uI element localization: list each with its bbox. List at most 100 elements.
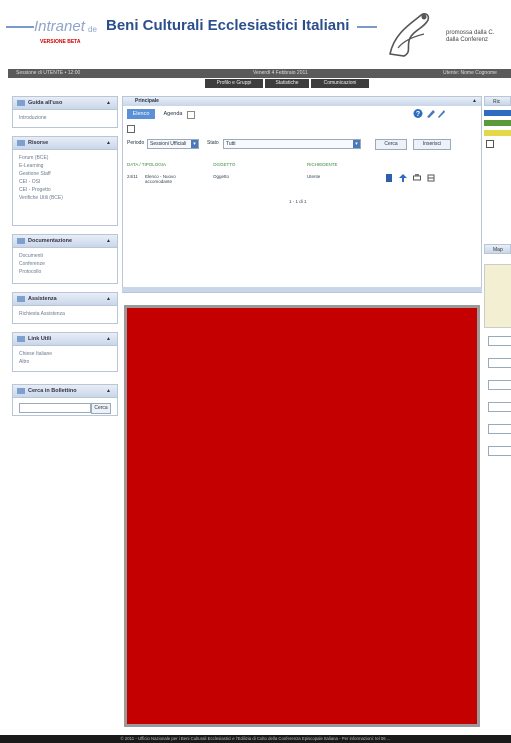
sidebar-item[interactable]: Introduzione: [19, 114, 111, 122]
right-column: Ric Map: [484, 96, 511, 516]
promo-text: promossa dalla C. dalla Conferenz: [446, 30, 495, 43]
tab-agenda[interactable]: Agenda: [161, 109, 185, 119]
info-icon[interactable]: [486, 140, 494, 148]
right-badge-yellow[interactable]: [484, 130, 511, 136]
collapse-arrow-icon[interactable]: ▲: [106, 137, 111, 149]
collapse-arrow-icon[interactable]: ▲: [106, 97, 111, 109]
box-header[interactable]: Cerca in Bollettino ▲: [13, 385, 117, 398]
map-field[interactable]: [488, 336, 511, 346]
collapse-arrow-icon[interactable]: ▲: [106, 385, 111, 397]
site-header: Intranet de Beni Culturali Ecclesiastici…: [0, 0, 511, 66]
collapse-arrow-icon[interactable]: ▲: [106, 293, 111, 305]
collapse-arrow-icon[interactable]: ▲: [106, 333, 111, 345]
map-field[interactable]: [488, 424, 511, 434]
box-link-utili: Link Utili ▲ Chiese Italiane Altro: [12, 332, 118, 372]
box-title: Risorse: [28, 140, 49, 146]
link-icon: [17, 335, 25, 342]
edit-all-icon[interactable]: [438, 110, 445, 118]
map-field[interactable]: [488, 380, 511, 390]
chevron-down-icon: ▾: [353, 140, 360, 148]
sidebar-item[interactable]: Protocollo: [19, 268, 111, 276]
sidebar-item[interactable]: Forum (BCE): [19, 154, 111, 162]
print-row-icon[interactable]: [413, 174, 421, 182]
map-box-header[interactable]: Map: [484, 244, 511, 254]
sidebar-item[interactable]: Chiese Italiane: [19, 350, 111, 358]
table-header: DATA / TIPOLOGIA OGGETTO RICHIEDENTE: [127, 162, 475, 169]
search-button[interactable]: Cerca: [375, 139, 407, 150]
panel-splitter[interactable]: [122, 287, 482, 292]
panel-close-icon[interactable]: ▲: [472, 98, 477, 104]
right-badge-blue[interactable]: [484, 110, 511, 116]
box-documentazione: Documentazione ▲ Documenti Conferenze Pro…: [12, 234, 118, 284]
sidebar-item[interactable]: CEI - OSI: [19, 178, 111, 186]
brand-intranet: Intranet: [34, 18, 85, 35]
calendar-icon[interactable]: [187, 111, 195, 119]
box-header[interactable]: Link Utili ▲: [13, 333, 117, 346]
sidebar-item[interactable]: Gestione Staff: [19, 170, 111, 178]
search-input[interactable]: [19, 403, 91, 413]
box-title: Link Utili: [28, 336, 52, 342]
pagination: 1 - 1 di 1: [289, 199, 307, 204]
brand-de: de: [88, 25, 97, 34]
edit-icon[interactable]: [427, 110, 435, 118]
cei-logo-icon: [389, 13, 430, 57]
sidebar-item[interactable]: Conferenze: [19, 260, 111, 268]
sidebar-item[interactable]: Verifiche Utili (BCE): [19, 194, 111, 202]
tab-elenco[interactable]: Elenco: [127, 109, 155, 119]
book-icon: [17, 99, 25, 106]
sidebar-item[interactable]: CEI - Progetto: [19, 186, 111, 194]
current-date: Venerdì 4 Febbraio 2011: [253, 70, 308, 76]
search-button[interactable]: Cerca: [91, 403, 111, 414]
brand-title: Beni Culturali Ecclesiastici Italiani: [106, 17, 350, 34]
right-badge-green[interactable]: [484, 120, 511, 126]
site-footer: © 2011 - Ufficio Nazionale per i Beni Cu…: [0, 735, 511, 743]
row-object: Oggetto: [213, 174, 230, 179]
collapse-arrow-icon[interactable]: ▲: [106, 235, 111, 247]
sidebar-item[interactable]: E-Learning: [19, 162, 111, 170]
filter-label-status: Stato: [207, 140, 219, 146]
map-thumbnail[interactable]: [484, 264, 511, 328]
upload-icon[interactable]: [399, 174, 407, 182]
view-doc-icon[interactable]: [385, 174, 393, 182]
title-decoration-line-right: [357, 26, 377, 28]
print-icon[interactable]: [127, 125, 135, 133]
col-header[interactable]: DATA / TIPOLOGIA: [127, 162, 166, 167]
right-box-header[interactable]: Ric: [484, 96, 511, 106]
map-field[interactable]: [488, 358, 511, 368]
status-bar: Sessione di UTENTE • 12:00 Venerdì 4 Feb…: [8, 69, 511, 78]
col-header[interactable]: OGGETTO: [213, 162, 235, 167]
nav-statistiche[interactable]: Statistiche: [265, 79, 309, 88]
box-header[interactable]: Assistenza ▲: [13, 293, 117, 306]
svg-text:?: ?: [416, 111, 420, 118]
box-title: Guida all'uso: [28, 100, 63, 106]
delete-icon[interactable]: [427, 174, 435, 182]
filter-label: Periodo: [127, 140, 145, 146]
tool-icons: ?: [413, 109, 445, 118]
content-placeholder-panel: [124, 305, 480, 727]
status-select[interactable]: Tutti ▾: [223, 139, 361, 149]
box-risorse: Risorse ▲ Forum (BCE) E-Learning Gestione…: [12, 136, 118, 226]
map-field[interactable]: [488, 446, 511, 456]
sidebar-item[interactable]: Documenti: [19, 252, 111, 260]
box-assistenza: Assistenza ▲ Richiesta Assistenza: [12, 292, 118, 324]
main-panel: Principale ▲ Elenco Agenda ? Periodo Ses…: [122, 96, 482, 293]
nav-comunicazioni[interactable]: Comunicazioni: [311, 79, 369, 88]
box-header[interactable]: Risorse ▲: [13, 137, 117, 150]
status-select-value: Tutti: [226, 141, 236, 147]
box-header[interactable]: Documentazione ▲: [13, 235, 117, 248]
sidebar-item[interactable]: Altro: [19, 358, 111, 366]
sidebar-item[interactable]: Richiesta Assistenza: [19, 310, 111, 318]
col-header[interactable]: RICHIEDENTE: [307, 162, 338, 167]
user-info[interactable]: Utente: Nome Cognome: [443, 70, 497, 76]
box-header[interactable]: Guida all'uso ▲: [13, 97, 117, 110]
box-title: Assistenza: [28, 296, 57, 302]
map-field[interactable]: [488, 402, 511, 412]
insert-button[interactable]: Inserisci: [413, 139, 451, 150]
title-decoration-line: [6, 26, 34, 28]
nav-profilo[interactable]: Profilo e Gruppi: [205, 79, 263, 88]
chevron-down-icon: ▾: [191, 140, 198, 148]
period-select[interactable]: Sessioni Ufficiali ▾: [147, 139, 199, 149]
document-icon: [17, 237, 25, 244]
row-type: Elenco - Nuovo accomodante: [145, 174, 176, 184]
table-row[interactable]: 24/11 Elenco - Nuovo accomodante Oggetto…: [127, 172, 475, 194]
